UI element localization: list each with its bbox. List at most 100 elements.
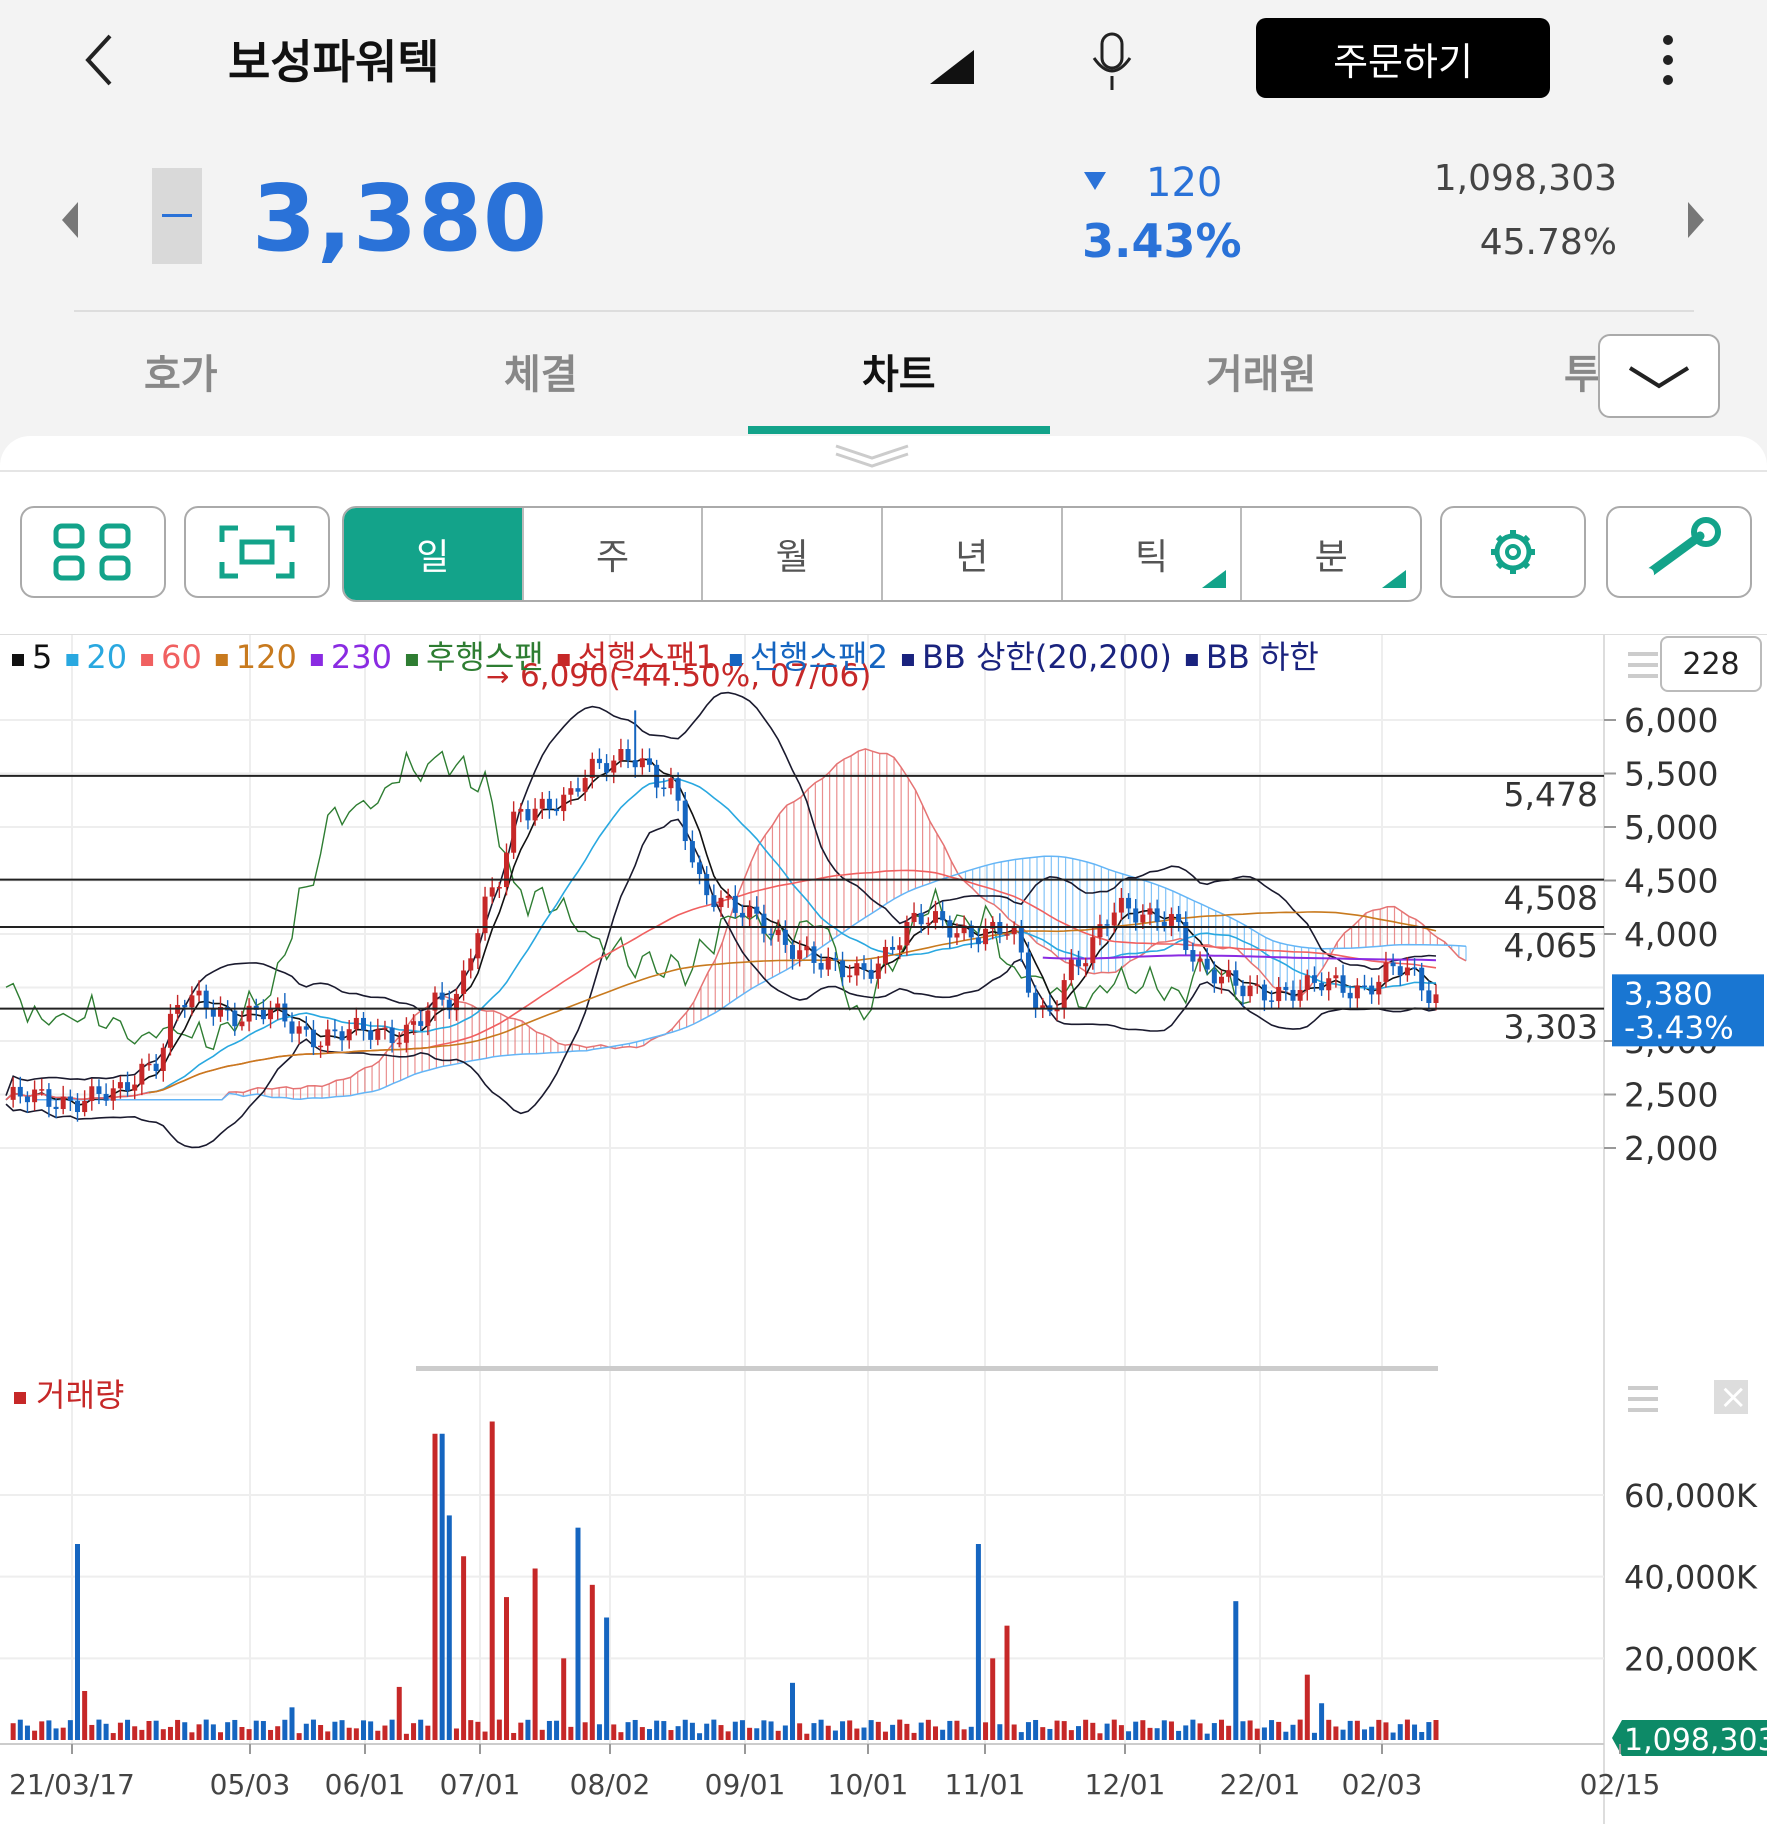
candle-body [596,758,602,764]
candle-body [1154,908,1160,922]
volume-bar [1362,1729,1367,1740]
candle-body [618,749,624,761]
period-button[interactable]: 월 [703,508,884,600]
volume-bar [596,1724,602,1740]
horizontal-level-label: 4,508 [1504,879,1598,918]
candle-body [933,911,938,923]
tab-hoga[interactable]: 호가 [144,342,218,400]
price-chart[interactable]: 5,4784,5084,0653,3036,090(-44.50%, 07/06… [0,634,1767,1824]
candle-body [368,1030,374,1040]
volume-bar [854,1728,860,1740]
capture-icon [219,525,295,579]
volume-bar [761,1720,767,1740]
candle-body [1118,897,1124,913]
settings-button[interactable] [1440,506,1586,598]
more-icon[interactable] [1660,32,1676,88]
candle-body [804,946,810,951]
candle-body [925,922,931,925]
volume-axis-label: 20,000K [1624,1640,1758,1678]
legend-label: 5 [32,638,52,676]
candle-count-box[interactable]: 228 [1660,636,1762,692]
candle-body [525,809,531,821]
price-axis-label: 4,000 [1624,915,1718,954]
volume-bar [1383,1722,1389,1740]
volume-bar [1183,1725,1189,1740]
candle-body [1025,952,1031,993]
volume-bar [389,1719,395,1740]
volume-bar [275,1726,281,1740]
volume-bar [1154,1728,1160,1740]
tools-button[interactable] [1606,506,1752,598]
volume-bar [1376,1719,1382,1740]
candle-body [782,929,788,945]
submenu-corner-icon [1382,570,1407,588]
volume-bar [1426,1722,1432,1740]
period-button[interactable]: 일 [344,508,524,600]
volume-bar [782,1725,788,1740]
date-axis-label: 06/01 [325,1768,406,1801]
volume-bar [990,1658,996,1740]
candle-body [1290,989,1296,1001]
volume-bar [947,1720,953,1740]
menu-icon [1628,663,1658,667]
volume-bar [1276,1721,1282,1740]
candle-body [24,1096,30,1103]
legend-label: 120 [236,638,297,676]
volume-bar [1219,1719,1224,1740]
candle-body [947,920,953,938]
legend-label: 60 [161,638,202,676]
divider [74,310,1694,312]
volume-bar [890,1724,896,1740]
volume-bar [475,1721,481,1740]
tab-expand-button[interactable] [1598,334,1720,418]
date-axis-label: 11/01 [945,1768,1026,1801]
tab-trader[interactable]: 거래원 [1206,342,1316,400]
volume-bar [1083,1719,1089,1740]
mic-icon[interactable] [1088,32,1136,92]
period-button[interactable]: 틱 [1063,508,1243,600]
volume-bar [1111,1719,1117,1740]
drag-handle-icon[interactable] [832,440,912,470]
candle-body [1068,959,1074,981]
stock-title[interactable]: 보성파워텍 [228,26,440,92]
volume-bar [561,1658,567,1740]
candle-body [682,800,688,842]
period-button[interactable]: 분 [1242,508,1420,600]
layout-button[interactable] [20,506,166,598]
candle-body [203,990,209,1009]
volume-bar [997,1724,1003,1740]
volume-bar [489,1421,495,1740]
candle-body [1011,928,1017,935]
volume-bar [754,1728,760,1740]
candle-body [511,811,517,853]
volume-bar [1412,1724,1418,1740]
back-button[interactable] [80,30,120,90]
candle-body [582,778,588,792]
candle-body [1297,989,1303,1001]
period-selector: 일주월년틱분 [342,506,1422,602]
prev-stock-icon[interactable] [62,202,78,238]
tab-more[interactable]: 투 [1564,342,1601,400]
volume-bar [682,1719,688,1740]
candle-body [303,1026,309,1030]
menu-icon [1628,674,1658,678]
volume-bar [10,1723,16,1740]
volume-bar [532,1568,538,1740]
candle-body [1276,986,1282,1002]
period-button[interactable]: 년 [883,508,1063,600]
volume-bar [446,1515,452,1740]
period-button[interactable]: 주 [524,508,704,600]
volume-bar [196,1724,202,1740]
volume-bar [1404,1719,1410,1740]
legend-swatch [405,654,418,666]
capture-button[interactable] [184,506,330,598]
tab-chegyeol[interactable]: 체결 [504,342,578,400]
tab-chart[interactable]: 차트 [862,342,936,400]
volume-bar [353,1728,359,1740]
legend-swatch [141,654,154,666]
order-button[interactable]: 주문하기 [1256,18,1550,98]
next-stock-icon[interactable] [1688,202,1704,238]
current-price-tag-value: 3,380 [1624,976,1713,1012]
volume-bar [1240,1721,1246,1740]
horizontal-level-label: 5,478 [1504,775,1598,814]
